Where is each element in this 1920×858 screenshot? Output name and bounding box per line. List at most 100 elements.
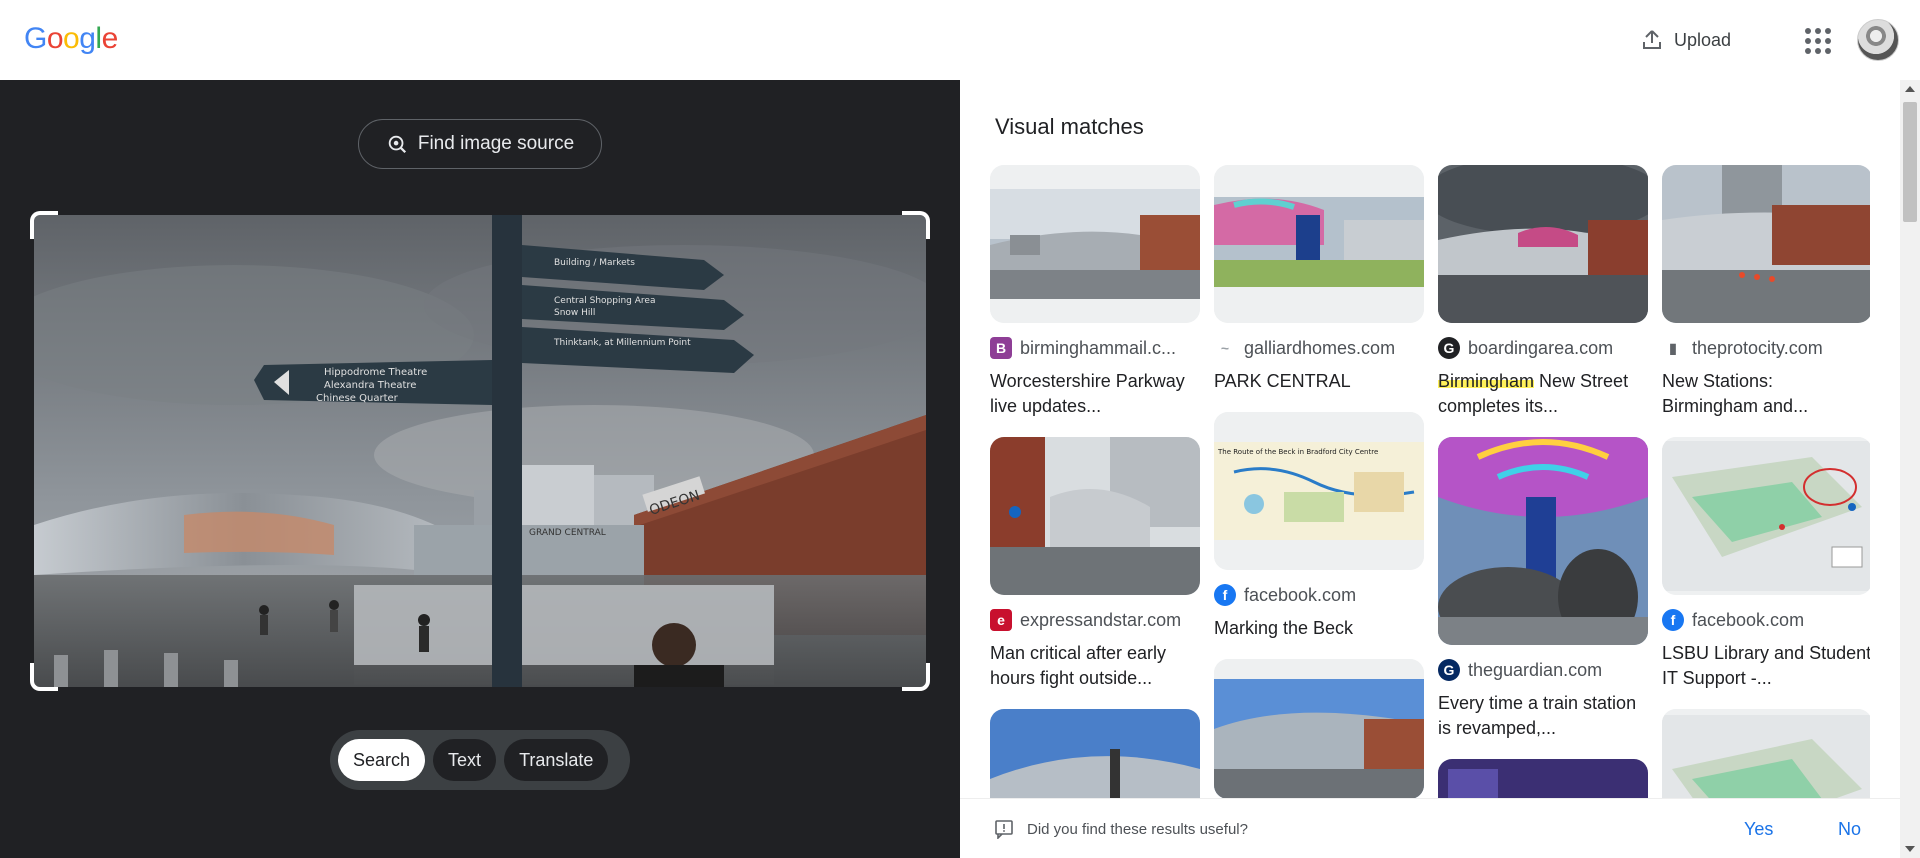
result-source[interactable]: f facebook.com: [1214, 584, 1424, 606]
visual-matches-heading: Visual matches: [995, 114, 1144, 139]
result-title[interactable]: Birmingham New Street completes its...: [1438, 369, 1648, 419]
sign-text: Chinese Quarter: [316, 393, 399, 404]
upload-button[interactable]: Upload: [1640, 22, 1731, 58]
result-thumbnail[interactable]: [1662, 165, 1870, 323]
google-logo[interactable]: Google: [24, 22, 118, 56]
result-card[interactable]: Gtheguardian.com Every time a train stat…: [1438, 437, 1648, 741]
result-domain: theprotocity.com: [1692, 337, 1823, 358]
results-scrollbar[interactable]: [1900, 80, 1920, 858]
scroll-down-arrow-icon[interactable]: [1905, 846, 1915, 852]
feedback-icon: [995, 820, 1013, 839]
result-card[interactable]: [1662, 709, 1870, 799]
result-title[interactable]: Marking the Beck: [1214, 616, 1424, 641]
logo-letter: G: [24, 22, 47, 55]
result-source[interactable]: ~ galliardhomes.com: [1214, 337, 1424, 359]
results-panel: Visual matches Bbirminghammail.c... Worc…: [960, 80, 1920, 858]
result-source[interactable]: ▮ theprotocity.com: [1662, 337, 1870, 359]
result-card[interactable]: [1214, 659, 1424, 799]
feedback-no-button[interactable]: No: [1838, 819, 1861, 840]
mode-text-chip[interactable]: Text: [433, 739, 497, 781]
theprotocity-favicon-icon: ▮: [1662, 337, 1684, 359]
result-thumbnail[interactable]: [990, 165, 1200, 323]
results-column: Bbirminghammail.c... Worcestershire Park…: [990, 165, 1200, 799]
theguardian-favicon-icon: G: [1438, 659, 1460, 681]
result-source[interactable]: Gboardingarea.com: [1438, 337, 1648, 359]
birminghammail-favicon-icon: B: [990, 337, 1012, 359]
result-domain: theguardian.com: [1468, 659, 1603, 680]
result-card[interactable]: e expressandstar.com Man critical after e…: [990, 437, 1200, 691]
result-title[interactable]: PARK CENTRAL: [1214, 369, 1424, 394]
result-domain: facebook.com: [1244, 584, 1357, 605]
lens-search-icon: [388, 135, 406, 154]
result-domain: galliardhomes.com: [1244, 337, 1396, 358]
boardingarea-favicon-icon: G: [1438, 337, 1460, 359]
sign-text: Alexandra Theatre: [324, 380, 416, 391]
sign-text: Central Shopping Area: [554, 296, 655, 306]
title-highlight: Birmingham: [1438, 371, 1535, 391]
scrollbar-thumb[interactable]: [1903, 102, 1917, 222]
feedback-question: Did you find these results useful?: [1027, 821, 1248, 838]
facebook-favicon-icon: f: [1214, 584, 1236, 606]
svg-text:GRAND CENTRAL: GRAND CENTRAL: [529, 528, 606, 538]
galliardhomes-favicon-icon: ~: [1214, 337, 1236, 359]
facebook-favicon-icon: f: [1662, 609, 1684, 631]
result-thumbnail[interactable]: [990, 709, 1200, 799]
result-thumbnail[interactable]: [1214, 165, 1424, 323]
sign-text: Hippodrome Theatre: [324, 367, 427, 378]
result-source[interactable]: e expressandstar.com: [990, 609, 1200, 631]
visual-matches-grid: Bbirminghammail.c... Worcestershire Park…: [990, 165, 1870, 799]
result-card[interactable]: Bbirminghammail.c... Worcestershire Park…: [990, 165, 1200, 419]
crop-handle-bottom-right[interactable]: [902, 663, 930, 691]
account-avatar[interactable]: [1857, 19, 1899, 61]
map-title: The Route of the Beck in Bradford City C…: [1217, 448, 1378, 456]
mode-translate-chip[interactable]: Translate: [504, 739, 609, 781]
result-thumbnail[interactable]: The Route of the Beck in Bradford City C…: [1214, 412, 1424, 570]
result-thumbnail[interactable]: [1438, 165, 1648, 323]
result-thumbnail[interactable]: [1214, 659, 1424, 799]
result-card[interactable]: Gboardingarea.com Birmingham New Street …: [1438, 165, 1648, 419]
svg-text:Building / Markets: Building / Markets: [554, 258, 635, 268]
mode-search-chip[interactable]: Search: [338, 739, 426, 781]
find-image-source-button[interactable]: Find image source: [358, 119, 602, 169]
google-apps-icon[interactable]: [1804, 27, 1831, 54]
result-card[interactable]: f facebook.com LSBU Library and Student I…: [1662, 437, 1870, 691]
result-card[interactable]: [1438, 759, 1648, 799]
result-thumbnail[interactable]: [1438, 437, 1648, 645]
result-title[interactable]: Every time a train station is revamped,.…: [1438, 691, 1648, 741]
upload-label: Upload: [1674, 29, 1732, 50]
result-domain: facebook.com: [1692, 609, 1805, 630]
mode-switcher: Search Text Translate: [330, 730, 630, 790]
logo-letter: g: [79, 22, 96, 55]
logo-letter: e: [101, 22, 119, 55]
result-thumbnail[interactable]: [1662, 437, 1870, 595]
result-card[interactable]: ~ galliardhomes.com PARK CENTRAL: [1214, 165, 1424, 394]
result-thumbnail[interactable]: [1662, 709, 1870, 799]
result-title[interactable]: Man critical after early hours fight out…: [990, 641, 1200, 691]
result-source[interactable]: Gtheguardian.com: [1438, 659, 1648, 681]
result-thumbnail[interactable]: [990, 437, 1200, 595]
query-image: ODEON GRAND CENTRAL Building / Markets C…: [34, 215, 926, 687]
result-title[interactable]: LSBU Library and Student IT Support -...: [1662, 641, 1870, 691]
top-bar: Google Upload: [0, 0, 1920, 80]
scroll-up-arrow-icon[interactable]: [1905, 86, 1915, 92]
result-domain: boardingarea.com: [1468, 337, 1614, 358]
logo-letter: o: [63, 22, 80, 55]
feedback-yes-button[interactable]: Yes: [1744, 819, 1773, 840]
crop-frame[interactable]: ODEON GRAND CENTRAL Building / Markets C…: [30, 211, 930, 691]
crop-handle-bottom-left[interactable]: [30, 663, 58, 691]
result-title[interactable]: Worcestershire Parkway live updates...: [990, 369, 1200, 419]
results-column: ▮ theprotocity.com New Stations: Birmingh…: [1662, 165, 1870, 799]
results-column: Gboardingarea.com Birmingham New Street …: [1438, 165, 1648, 799]
crop-handle-top-right[interactable]: [902, 211, 930, 239]
lens-image-panel: Find image source ODEON GRAND CENTRAL Bu…: [0, 80, 960, 858]
result-thumbnail[interactable]: [1438, 759, 1648, 799]
result-card[interactable]: The Route of the Beck in Bradford City C…: [1214, 412, 1424, 641]
feedback-bar: Did you find these results useful? Yes N…: [960, 798, 1900, 858]
result-card[interactable]: [990, 709, 1200, 799]
result-source[interactable]: Bbirminghammail.c...: [990, 337, 1200, 359]
result-domain: birminghammail.c...: [1020, 337, 1177, 358]
crop-handle-top-left[interactable]: [30, 211, 58, 239]
result-source[interactable]: f facebook.com: [1662, 609, 1870, 631]
result-card[interactable]: ▮ theprotocity.com New Stations: Birmingh…: [1662, 165, 1870, 419]
result-title[interactable]: New Stations: Birmingham and...: [1662, 369, 1870, 419]
